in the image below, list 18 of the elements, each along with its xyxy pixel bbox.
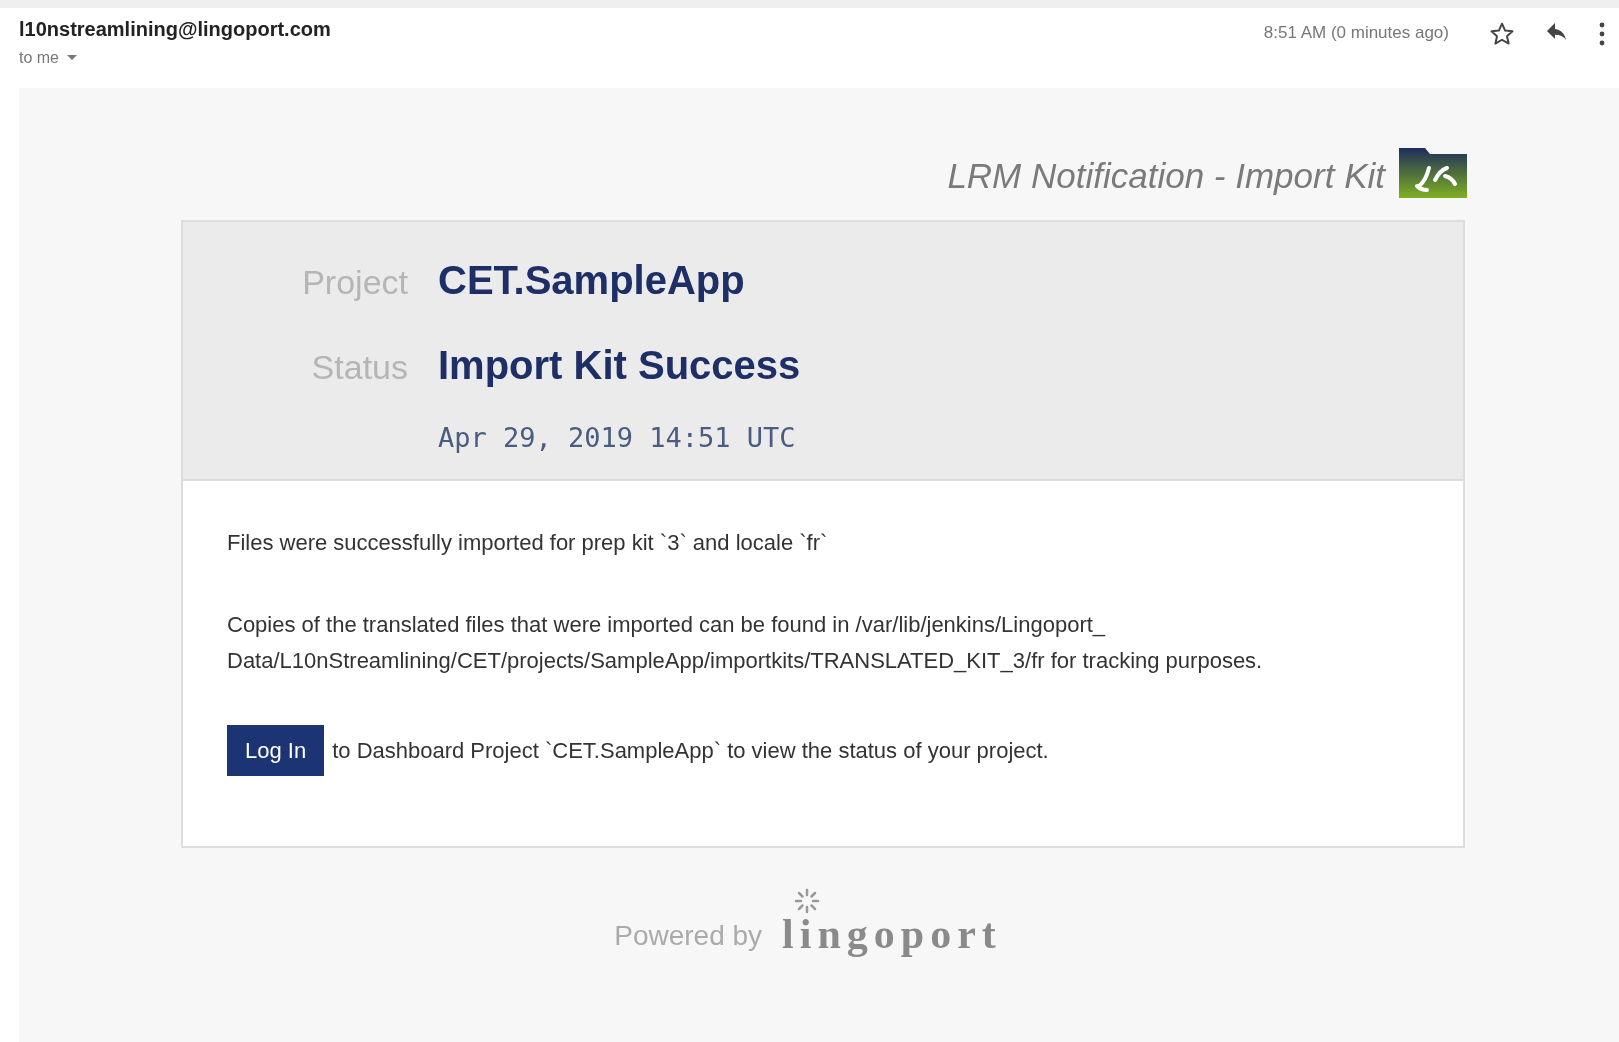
message-time: 8:51 AM (0 minutes ago) [1263, 23, 1449, 43]
login-text: to Dashboard Project `CET.SampleApp` to view the status of your project. [332, 737, 1049, 764]
sender-address: l10nstreamlining@lingoport.com [19, 18, 331, 41]
more-options-button[interactable] [1599, 21, 1605, 47]
notification-title: LRM Notification - Import Kit [947, 156, 1385, 196]
date-text: Apr 29, 2019 14:51 UTC [438, 422, 797, 453]
field-value: Import Kit Success [438, 343, 802, 388]
login-button[interactable]: Log In [227, 725, 325, 776]
powered-by-text: Powered by [614, 920, 763, 952]
dropdown-caret-icon[interactable] [67, 55, 77, 61]
folder-logo-icon [1397, 146, 1469, 200]
message-paragraph: Copies of the translated files that were imported can be found in /var/lib/jenkins/Lingoport_ Data/L10nStreamlining/CET/projects/SampleApp/importkits/TRANSLATED_KIT_3/fr for tracking purposes. [227, 611, 1264, 675]
star-button[interactable] [1489, 21, 1515, 47]
field-value: CET.SampleApp [438, 258, 746, 303]
brand-logo: lingoport [782, 910, 1003, 958]
recipient-label: to me [19, 49, 59, 67]
message-paragraph: Files were successfully imported for prep kit `3` and locale `fr` [227, 529, 829, 557]
sunburst-icon [794, 888, 821, 914]
